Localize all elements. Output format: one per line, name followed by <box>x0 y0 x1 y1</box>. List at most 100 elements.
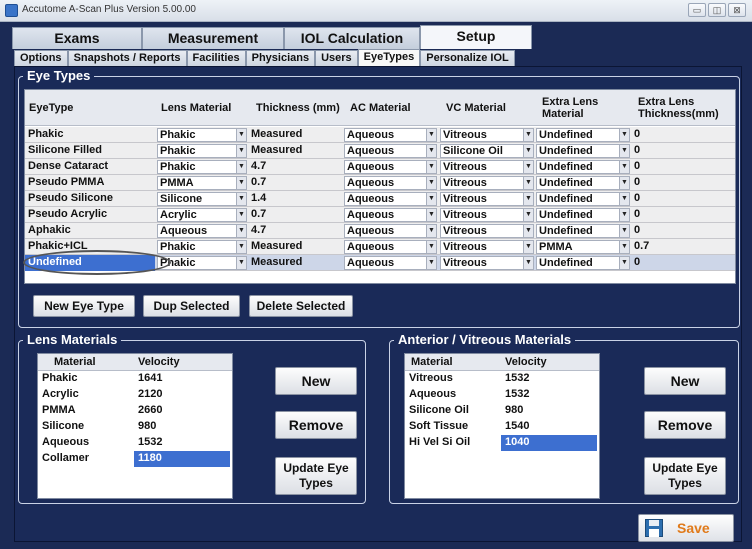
vc-material-dropdown[interactable]: Vitreous ▼ <box>440 224 534 238</box>
chevron-down-icon[interactable]: ▼ <box>426 209 436 221</box>
av-material-new-button[interactable]: New <box>644 367 726 395</box>
table-row[interactable]: Silicone Filled Phakic ▼ Measured Aqueous… <box>25 143 735 159</box>
chevron-down-icon[interactable]: ▼ <box>523 241 533 253</box>
extra-lens-material-dropdown[interactable]: Undefined ▼ <box>536 160 630 174</box>
list-item-selected[interactable]: Collamer 1180 <box>38 451 232 467</box>
chevron-down-icon[interactable]: ▼ <box>236 161 246 173</box>
list-item[interactable]: Acrylic 2120 <box>38 387 232 403</box>
chevron-down-icon[interactable]: ▼ <box>426 193 436 205</box>
table-row[interactable]: Aphakic Aqueous ▼ 4.7 Aqueous ▼ Vitreous ▼ … <box>25 223 735 239</box>
extra-lens-thickness-cell[interactable]: 0.7 <box>631 239 731 255</box>
chevron-down-icon[interactable]: ▼ <box>236 209 246 221</box>
chevron-down-icon[interactable]: ▼ <box>523 225 533 237</box>
chevron-down-icon[interactable]: ▼ <box>619 193 629 205</box>
ac-material-dropdown[interactable]: Aqueous ▼ <box>344 160 437 174</box>
extra-lens-material-dropdown[interactable]: Undefined ▼ <box>536 224 630 238</box>
ac-material-dropdown[interactable]: Aqueous ▼ <box>344 128 437 142</box>
thickness-cell[interactable]: Measured <box>248 143 340 159</box>
chevron-down-icon[interactable]: ▼ <box>426 177 436 189</box>
chevron-down-icon[interactable]: ▼ <box>236 193 246 205</box>
vc-material-dropdown[interactable]: Silicone Oil ▼ <box>440 144 534 158</box>
chevron-down-icon[interactable]: ▼ <box>523 129 533 141</box>
dup-selected-button[interactable]: Dup Selected <box>143 295 240 317</box>
ac-material-dropdown[interactable]: Aqueous ▼ <box>344 208 437 222</box>
material-velocity[interactable]: 1040 <box>501 435 597 451</box>
chevron-down-icon[interactable]: ▼ <box>523 161 533 173</box>
extra-lens-thickness-cell[interactable]: 0 <box>631 159 731 175</box>
lens-material-dropdown[interactable]: Phakic ▼ <box>157 160 247 174</box>
extra-lens-material-dropdown[interactable]: Undefined ▼ <box>536 256 630 270</box>
vc-material-dropdown[interactable]: Vitreous ▼ <box>440 192 534 206</box>
material-velocity[interactable]: 1180 <box>134 451 230 467</box>
chevron-down-icon[interactable]: ▼ <box>523 145 533 157</box>
chevron-down-icon[interactable]: ▼ <box>619 241 629 253</box>
tab-measurement[interactable]: Measurement <box>142 27 284 49</box>
lens-material-dropdown[interactable]: Phakic ▼ <box>157 256 247 270</box>
extra-lens-material-dropdown[interactable]: Undefined ▼ <box>536 144 630 158</box>
table-row[interactable]: Pseudo PMMA PMMA ▼ 0.7 Aqueous ▼ Vitreous ▼… <box>25 175 735 191</box>
chevron-down-icon[interactable]: ▼ <box>426 145 436 157</box>
list-item[interactable]: Phakic 1641 <box>38 371 232 387</box>
ac-material-dropdown[interactable]: Aqueous ▼ <box>344 224 437 238</box>
chevron-down-icon[interactable]: ▼ <box>426 161 436 173</box>
chevron-down-icon[interactable]: ▼ <box>523 177 533 189</box>
chevron-down-icon[interactable]: ▼ <box>619 209 629 221</box>
tab-exams[interactable]: Exams <box>12 27 142 49</box>
vc-material-dropdown[interactable]: Vitreous ▼ <box>440 256 534 270</box>
close-icon[interactable]: ⊠ <box>728 3 746 17</box>
maximize-icon[interactable]: ◫ <box>708 3 726 17</box>
table-row-selected[interactable]: Undefined Phakic ▼ Measured Aqueous ▼ Vitr… <box>23 250 735 275</box>
ac-material-dropdown[interactable]: Aqueous ▼ <box>344 144 437 158</box>
extra-lens-thickness-cell[interactable]: 0 <box>631 223 731 239</box>
chevron-down-icon[interactable]: ▼ <box>236 129 246 141</box>
table-row[interactable]: Dense Cataract Phakic ▼ 4.7 Aqueous ▼ Vitr… <box>25 159 735 175</box>
save-button[interactable]: Save <box>638 514 734 542</box>
lens-material-dropdown[interactable]: Aqueous ▼ <box>157 224 247 238</box>
vc-material-dropdown[interactable]: Vitreous ▼ <box>440 128 534 142</box>
list-item[interactable]: Aqueous 1532 <box>38 435 232 451</box>
list-item[interactable]: PMMA 2660 <box>38 403 232 419</box>
chevron-down-icon[interactable]: ▼ <box>426 129 436 141</box>
thickness-cell[interactable]: 0.7 <box>248 175 340 191</box>
thickness-cell[interactable]: 0.7 <box>248 207 340 223</box>
extra-lens-thickness-cell[interactable]: 0 <box>631 127 731 143</box>
lens-material-remove-button[interactable]: Remove <box>275 411 357 439</box>
subtab-physicians[interactable]: Physicians <box>245 50 316 66</box>
tab-iol-calculation[interactable]: IOL Calculation <box>284 27 420 49</box>
chevron-down-icon[interactable]: ▼ <box>523 209 533 221</box>
lens-material-dropdown[interactable]: Phakic ▼ <box>157 240 247 254</box>
list-item[interactable]: Soft Tissue 1540 <box>405 419 599 435</box>
chevron-down-icon[interactable]: ▼ <box>523 257 533 269</box>
ac-material-dropdown[interactable]: Aqueous ▼ <box>344 176 437 190</box>
av-material-remove-button[interactable]: Remove <box>644 411 726 439</box>
chevron-down-icon[interactable]: ▼ <box>236 177 246 189</box>
chevron-down-icon[interactable]: ▼ <box>523 193 533 205</box>
lens-material-dropdown[interactable]: PMMA ▼ <box>157 176 247 190</box>
thickness-cell[interactable]: Measured <box>248 127 340 143</box>
ac-material-dropdown[interactable]: Aqueous ▼ <box>344 256 437 270</box>
extra-lens-thickness-cell[interactable]: 0 <box>631 143 731 159</box>
table-row[interactable]: Phakic Phakic ▼ Measured Aqueous ▼ Vitreou… <box>25 127 735 143</box>
chevron-down-icon[interactable]: ▼ <box>619 161 629 173</box>
chevron-down-icon[interactable]: ▼ <box>236 145 246 157</box>
lens-material-dropdown[interactable]: Silicone ▼ <box>157 192 247 206</box>
subtab-snapshots-reports[interactable]: Snapshots / Reports <box>67 50 187 66</box>
thickness-cell[interactable]: 4.7 <box>248 159 340 175</box>
list-item[interactable]: Aqueous 1532 <box>405 387 599 403</box>
list-item[interactable]: Silicone 980 <box>38 419 232 435</box>
subtab-personalize-iol[interactable]: Personalize IOL <box>420 50 515 66</box>
thickness-cell[interactable]: Measured <box>248 239 340 255</box>
thickness-cell[interactable]: Measured <box>248 255 340 271</box>
thickness-cell[interactable]: 4.7 <box>248 223 340 239</box>
extra-lens-material-dropdown[interactable]: Undefined ▼ <box>536 128 630 142</box>
minimize-icon[interactable]: ▭ <box>688 3 706 17</box>
ac-material-dropdown[interactable]: Aqueous ▼ <box>344 192 437 206</box>
chevron-down-icon[interactable]: ▼ <box>619 129 629 141</box>
lens-material-dropdown[interactable]: Phakic ▼ <box>157 128 247 142</box>
new-eye-type-button[interactable]: New Eye Type <box>33 295 135 317</box>
list-item[interactable]: Silicone Oil 980 <box>405 403 599 419</box>
chevron-down-icon[interactable]: ▼ <box>619 257 629 269</box>
delete-selected-button[interactable]: Delete Selected <box>249 295 353 317</box>
extra-lens-thickness-cell[interactable]: 0 <box>631 255 731 271</box>
table-row[interactable]: Pseudo Silicone Silicone ▼ 1.4 Aqueous ▼ V… <box>25 191 735 207</box>
